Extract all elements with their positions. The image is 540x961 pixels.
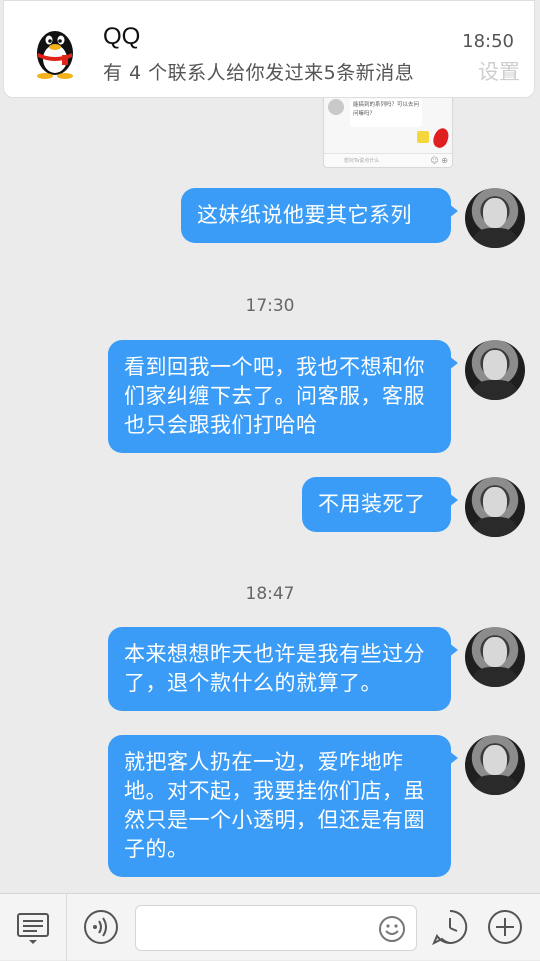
thumbnail-avatar xyxy=(328,99,344,115)
input-toolbar xyxy=(0,893,540,961)
avatar[interactable] xyxy=(465,735,525,795)
message-input[interactable] xyxy=(135,905,417,951)
qq-penguin-icon xyxy=(37,31,73,79)
avatar[interactable] xyxy=(465,627,525,687)
timestamp: 17:30 xyxy=(245,296,295,316)
notification-message: 有 4 个联系人给你发过来5条新消息 xyxy=(103,62,415,84)
message-row: 不用装死了 xyxy=(302,477,525,537)
avatar[interactable] xyxy=(465,477,525,537)
notification-app-name: QQ xyxy=(103,23,141,50)
avatar[interactable] xyxy=(465,188,525,248)
timestamp: 18:47 xyxy=(245,584,295,604)
message-bubble[interactable]: 本来想想昨天也许是我有些过分了，退个款什么的就算了。 xyxy=(108,627,458,711)
message-row: 本来想想昨天也许是我有些过分了，退个款什么的就算了。 xyxy=(108,627,525,711)
notification-time: 18:50 xyxy=(462,31,514,52)
underlying-settings-label: 设置 xyxy=(478,60,520,84)
notification-banner[interactable]: QQ 18:50 有 4 个联系人给你发过来5条新消息 设置 xyxy=(3,0,535,98)
toolbar-divider xyxy=(66,894,67,961)
message-row: 看到回我一个吧，我也不想和你们家纠缠下去了。问客服，客服也只会跟我们打哈哈 xyxy=(108,340,525,453)
menu-icon[interactable] xyxy=(16,911,50,945)
chat-area: 能搞到的系列吗？可以去问问嘛吗？ 想对Ta说点什么 ☺ ⊕ 这妹纸说他要其它系列… xyxy=(0,0,540,893)
thumbnail-bubble-text: 能搞到的系列吗？可以去问问嘛吗？ xyxy=(350,99,422,127)
message-bubble[interactable]: 看到回我一个吧，我也不想和你们家纠缠下去了。问客服，客服也只会跟我们打哈哈 xyxy=(108,340,458,453)
message-row: 就把客人扔在一边，爱咋地咋地。对不起，我要挂你们店，虽然只是一个小透明，但还是有… xyxy=(108,735,525,877)
message-bubble[interactable]: 就把客人扔在一边，爱咋地咋地。对不起，我要挂你们店，虽然只是一个小透明，但还是有… xyxy=(108,735,458,877)
emoji-icon[interactable] xyxy=(378,915,406,943)
voice-icon[interactable] xyxy=(83,909,119,945)
message-row: 这妹纸说他要其它系列 xyxy=(181,188,525,248)
history-icon[interactable] xyxy=(432,909,468,945)
thumbnail-red-mark xyxy=(431,126,451,150)
avatar[interactable] xyxy=(465,340,525,400)
add-icon[interactable] xyxy=(487,909,523,945)
thumbnail-sticker xyxy=(417,131,429,143)
message-bubble[interactable]: 不用装死了 xyxy=(302,477,458,532)
thumbnail-icons: ☺ ⊕ xyxy=(430,156,448,165)
message-bubble[interactable]: 这妹纸说他要其它系列 xyxy=(181,188,458,243)
